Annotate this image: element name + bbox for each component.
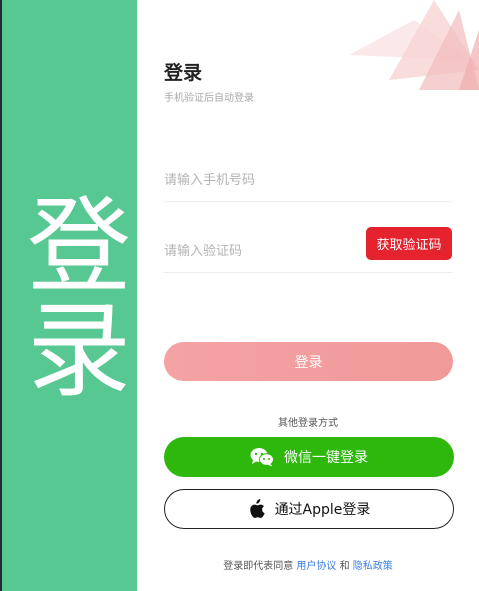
wechat-login-label: 微信一键登录 — [284, 450, 368, 466]
apple-login-label: 通过Apple登录 — [274, 502, 371, 518]
page-subtitle: 手机验证后自动登录 — [164, 93, 254, 104]
side-banner-label: 登录 — [8, 190, 131, 399]
login-form-panel: 登录 手机验证后自动登录 获取验证码 登录 其他登录方式 微信一键登录 通过Ap… — [137, 0, 479, 591]
agreement-prefix: 登录即代表同意 — [223, 561, 294, 572]
privacy-policy-link[interactable]: 隐私政策 — [353, 561, 393, 572]
code-field: 获取验证码 — [164, 227, 452, 273]
side-banner: 登录 — [2, 0, 137, 591]
apple-icon — [249, 499, 265, 518]
wechat-icon — [250, 448, 274, 467]
get-code-button[interactable]: 获取验证码 — [366, 227, 452, 260]
code-input[interactable] — [164, 244, 354, 259]
page-title: 登录 — [164, 62, 203, 84]
other-methods-label: 其他登录方式 — [278, 418, 338, 429]
wechat-login-button[interactable]: 微信一键登录 — [164, 437, 454, 477]
apple-login-button[interactable]: 通过Apple登录 — [164, 489, 454, 529]
agreement-text: 登录即代表同意 用户协议 和 隐私政策 — [137, 557, 479, 572]
login-button-label: 登录 — [294, 354, 323, 371]
user-agreement-link[interactable]: 用户协议 — [296, 561, 336, 572]
login-button[interactable]: 登录 — [164, 342, 453, 381]
decorative-mountains — [349, 0, 479, 90]
phone-field — [164, 165, 452, 202]
phone-input[interactable] — [164, 173, 354, 188]
agreement-and: 和 — [339, 561, 350, 572]
